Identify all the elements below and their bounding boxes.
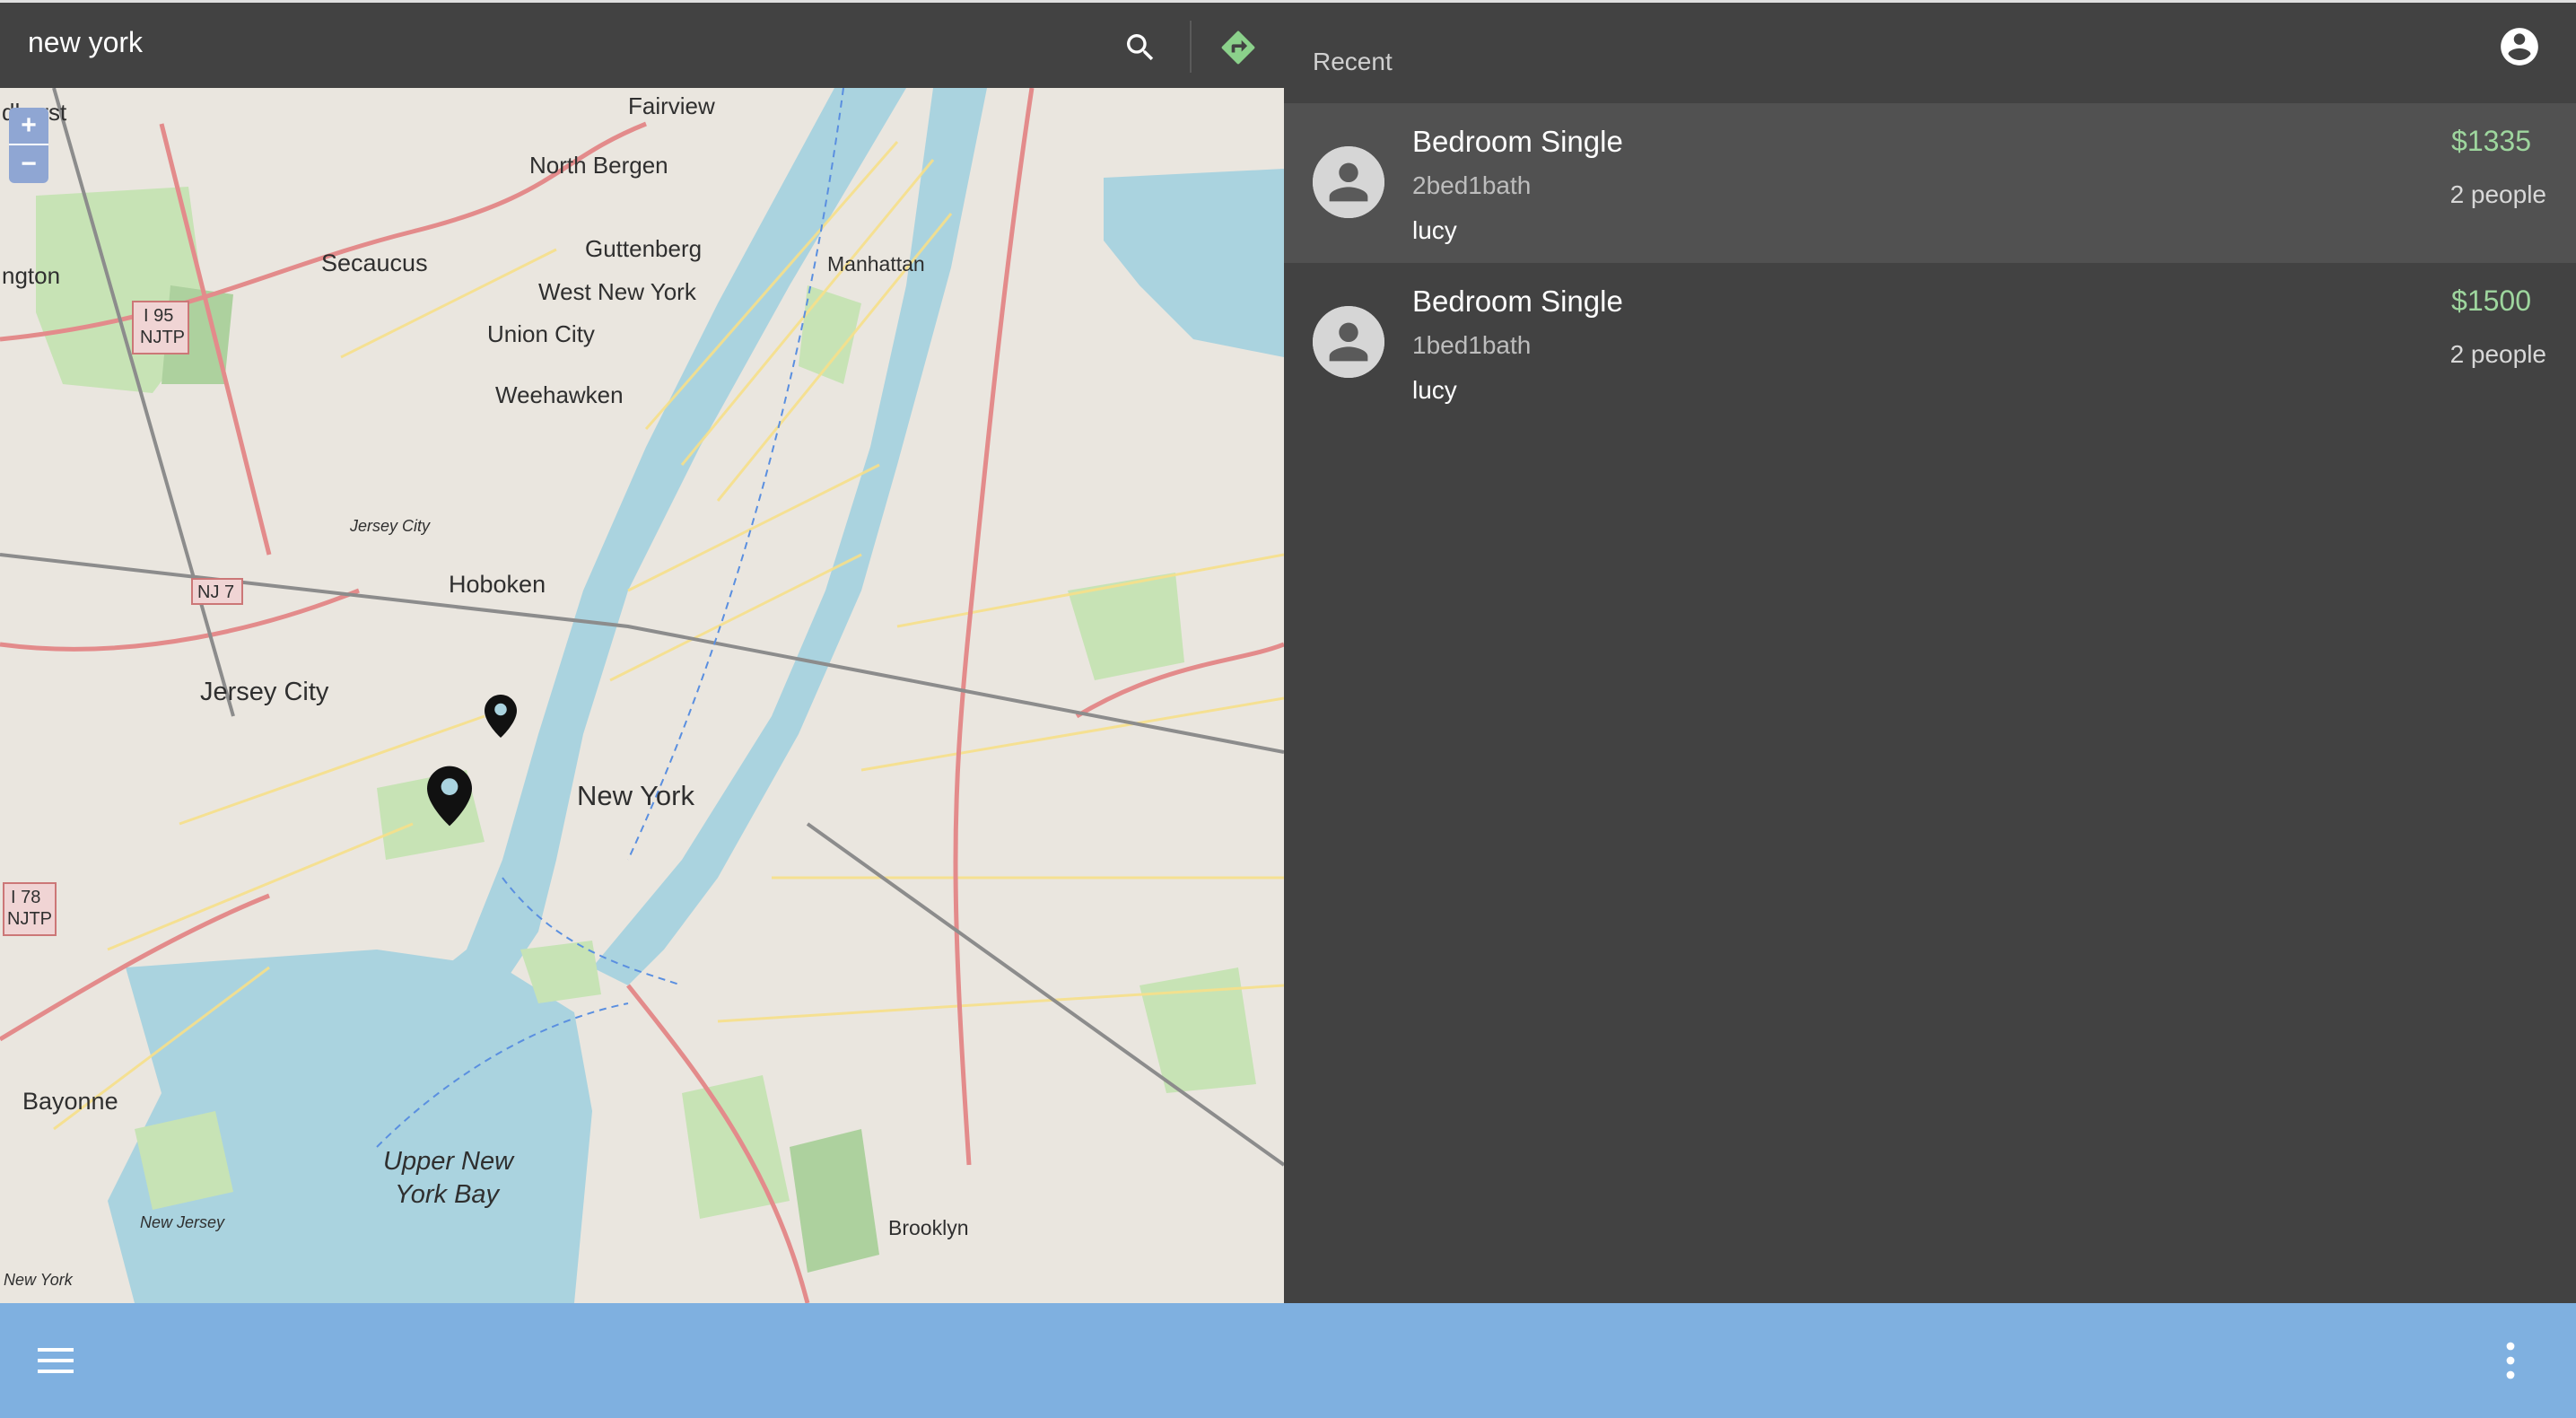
listing-user: lucy: [1412, 216, 1457, 244]
search-bar: new york: [0, 0, 1284, 88]
more-vert-icon: [2506, 1342, 2515, 1379]
map-label-jersey-city-small: Jersey City: [349, 517, 431, 535]
map-label-new-jersey: New Jersey: [140, 1213, 225, 1231]
listing-list: Bedroom Single 2bed1bath lucy $1335 2 pe…: [1284, 103, 2576, 423]
account-button[interactable]: [2497, 24, 2542, 69]
listing-rooms: 2bed1bath: [1412, 171, 1532, 199]
map-label-new-york: New York: [577, 780, 694, 811]
map-label-union-city: Union City: [487, 320, 595, 347]
map-label-secaucus: Secaucus: [321, 249, 428, 276]
directions-button[interactable]: [1215, 24, 1262, 71]
map-label-edge-ngton: ngton: [2, 262, 60, 289]
map-shield-i78-a: I 78: [11, 888, 40, 907]
map-pane: new york Fairview North Bergen Guttenber…: [0, 0, 1284, 1303]
more-options-button[interactable]: [2493, 1337, 2528, 1384]
listing-title: Bedroom Single: [1412, 125, 1623, 158]
search-divider: [1190, 21, 1192, 73]
map-label-jersey-city: Jersey City: [200, 678, 329, 706]
map-shield-i95-a: I 95: [144, 306, 173, 326]
map[interactable]: Fairview North Bergen Guttenberg Secaucu…: [0, 88, 1284, 1303]
map-label-bayonne: Bayonne: [22, 1088, 118, 1115]
map-labels: Fairview North Bergen Guttenberg Secaucu…: [2, 92, 968, 1289]
map-label-guttenberg: Guttenberg: [585, 235, 702, 262]
map-pin-icon: [485, 695, 517, 738]
map-label-west-new-york: West New York: [538, 278, 697, 305]
listing-title: Bedroom Single: [1412, 284, 1623, 318]
listing-price: $1500: [2451, 284, 2531, 317]
list-item[interactable]: Bedroom Single 2bed1bath lucy $1335 2 pe…: [1284, 103, 2576, 263]
listing-rooms: 1bed1bath: [1412, 331, 1532, 359]
list-item[interactable]: Bedroom Single 1bed1bath lucy $1500 2 pe…: [1284, 263, 2576, 423]
menu-button[interactable]: [34, 1343, 77, 1379]
listing-people: 2 people: [2449, 340, 2546, 368]
search-icon: [1127, 34, 1154, 61]
zoom-control: + −: [9, 108, 48, 183]
map-label-weehawken: Weehawken: [495, 381, 624, 408]
map-label-new-york-small: New York: [4, 1271, 74, 1289]
panel-header: Recent: [1284, 3, 2576, 103]
menu-icon: [38, 1348, 74, 1373]
account-circle-icon: [2501, 28, 2538, 66]
bottom-app-bar: [0, 1303, 2576, 1418]
recent-label: Recent: [1313, 48, 1393, 75]
person-icon: [1313, 306, 1384, 378]
avatar: [1313, 146, 1384, 218]
map-shield-i95-b: NJTP: [140, 328, 185, 347]
avatar: [1313, 306, 1384, 378]
search-input[interactable]: new york: [28, 26, 143, 59]
map-shield-nj7: NJ 7: [197, 582, 234, 602]
directions-icon: [1221, 31, 1255, 65]
zoom-out-button[interactable]: −: [9, 145, 48, 183]
map-label-fairview: Fairview: [628, 92, 715, 119]
map-label-brooklyn: Brooklyn: [888, 1216, 968, 1239]
listing-panel: Recent Bedroom Single 2bed1bath lucy $13…: [1284, 0, 2576, 1303]
map-shield-i78-b: NJTP: [7, 909, 52, 929]
map-label-upper-bay-2: York Bay: [395, 1180, 501, 1209]
map-label-upper-bay-1: Upper New: [383, 1147, 515, 1176]
map-pin-icon: [427, 766, 472, 827]
map-label-manhattan: Manhattan: [827, 252, 925, 276]
map-marker-small[interactable]: [485, 695, 517, 742]
zoom-in-button[interactable]: +: [9, 108, 48, 145]
search-button[interactable]: [1117, 24, 1164, 71]
listing-user: lucy: [1412, 376, 1457, 404]
map-label-hoboken: Hoboken: [449, 571, 546, 598]
map-label-north-bergen: North Bergen: [529, 152, 668, 179]
listing-price: $1335: [2451, 125, 2531, 157]
listing-people: 2 people: [2449, 180, 2546, 208]
map-marker-large[interactable]: [427, 765, 472, 832]
person-icon: [1313, 146, 1384, 218]
